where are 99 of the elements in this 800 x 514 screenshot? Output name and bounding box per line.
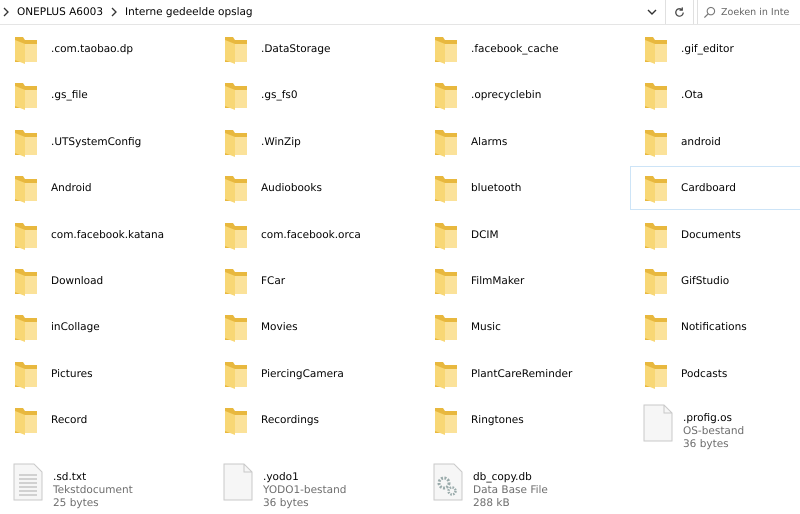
folder-item[interactable]: Pictures [0, 352, 184, 396]
folder-item[interactable]: Alarms [420, 120, 604, 164]
blank-file-icon [643, 404, 673, 442]
folder-item[interactable]: Cardboard [630, 166, 800, 210]
item-name: .Ota [681, 89, 704, 102]
refresh-icon [673, 6, 686, 18]
search-icon [703, 6, 716, 18]
item-name: Audiobooks [261, 182, 322, 194]
item-name: .gs_fs0 [261, 89, 298, 102]
breadcrumb[interactable]: Interne gedeelde opslag [125, 6, 253, 18]
gears-file-icon [433, 462, 463, 501]
item-name: Movies [261, 321, 298, 334]
chevron-right-icon [3, 7, 9, 17]
file-size: 36 bytes [263, 496, 310, 509]
folder-item[interactable]: Audiobooks [210, 166, 394, 210]
chevron-down-icon[interactable] [647, 9, 657, 15]
item-name: Documents [681, 228, 741, 241]
folder-item[interactable]: .oprecyclebin [420, 73, 604, 118]
item-name: com.facebook.orca [261, 228, 361, 241]
folder-item[interactable]: GifStudio [630, 258, 800, 303]
file-type: Data Base File [473, 484, 548, 496]
item-name: android [681, 136, 721, 148]
folder-item[interactable]: Ringtones [420, 398, 604, 442]
item-name: PiercingCamera [261, 368, 344, 380]
item-name: inCollage [51, 321, 100, 334]
item-name: .WinZip [261, 136, 301, 148]
item-name: Ringtones [471, 414, 524, 426]
search-placeholder: Zoeken in Inte [721, 6, 790, 18]
item-name: FilmMaker [471, 274, 524, 287]
item-name: Download [51, 274, 104, 287]
item-name: .UTSystemConfig [51, 136, 142, 148]
item-name: bluetooth [471, 182, 522, 194]
folder-item[interactable]: Notifications [630, 305, 800, 350]
chevron-right-icon [111, 7, 118, 17]
folder-item[interactable]: .gif_editor [630, 27, 800, 71]
folder-item[interactable]: com.facebook.katana [0, 212, 184, 257]
folder-item[interactable]: .WinZip [210, 120, 394, 164]
folder-item[interactable]: .gs_fs0 [210, 73, 394, 118]
folder-item[interactable]: .gs_file [0, 73, 184, 118]
folder-item[interactable]: Recordings [210, 398, 394, 442]
text-document-icon [13, 462, 43, 501]
folder-item[interactable]: Record [0, 398, 184, 442]
item-name: com.facebook.katana [51, 228, 164, 241]
folder-item[interactable]: .UTSystemConfig [0, 120, 184, 164]
folder-item[interactable]: .DataStorage [210, 27, 394, 71]
item-name: PlantCareReminder [471, 368, 572, 380]
item-name: .yodo1 [263, 470, 300, 483]
item-name: Notifications [681, 321, 747, 334]
item-name: Android [51, 182, 92, 194]
item-name: Recordings [261, 414, 319, 426]
file-type: YODO1-bestand [263, 484, 346, 496]
folder-item[interactable]: FilmMaker [420, 258, 604, 303]
folder-item[interactable]: android [630, 120, 800, 164]
file-size: 288 kB [473, 496, 511, 509]
folder-item[interactable]: .Ota [630, 73, 800, 118]
file-item[interactable]: .sd.txt Tekstdocument 25 bytes [0, 456, 184, 513]
file-size: 36 bytes [683, 438, 730, 450]
folder-item[interactable]: Podcasts [630, 352, 800, 396]
blank-file-icon [223, 462, 253, 501]
item-name: Pictures [51, 368, 93, 380]
item-name: .gs_file [51, 89, 88, 102]
item-name: Music [471, 321, 501, 334]
file-item[interactable]: db_copy.db Data Base File 288 kB [420, 456, 604, 513]
folder-item[interactable]: DCIM [420, 212, 604, 257]
item-name: .sd.txt [53, 470, 88, 483]
file-item[interactable]: .yodo1 YODO1-bestand 36 bytes [210, 456, 394, 513]
folder-item[interactable]: com.facebook.orca [210, 212, 394, 257]
folder-item[interactable]: Documents [630, 212, 800, 257]
folder-item[interactable]: Movies [210, 305, 394, 350]
item-name: .gif_editor [681, 43, 734, 55]
item-name: FCar [261, 274, 286, 287]
item-name: .oprecyclebin [471, 89, 542, 102]
folder-item[interactable]: PlantCareReminder [420, 352, 604, 396]
item-name: .DataStorage [261, 43, 330, 55]
item-name: Record [51, 414, 88, 426]
item-name: Cardboard [681, 182, 736, 194]
breadcrumb[interactable]: ONEPLUS A6003 [17, 6, 104, 18]
item-name: .facebook_cache [471, 43, 559, 55]
search-field[interactable]: Zoeken in Inte [697, 0, 800, 24]
folder-item[interactable]: Android [0, 166, 184, 210]
folder-item[interactable]: PiercingCamera [210, 352, 394, 396]
file-type: Tekstdocument [53, 484, 133, 496]
file-item[interactable]: .profig.os OS-bestand 36 bytes [630, 398, 800, 454]
item-name: GifStudio [681, 274, 730, 287]
folder-item[interactable]: FCar [210, 258, 394, 303]
folder-item[interactable]: .facebook_cache [420, 27, 604, 71]
item-name: .profig.os [683, 412, 734, 424]
item-name: .com.taobao.dp [51, 43, 134, 55]
item-name: Alarms [471, 136, 508, 148]
folder-item[interactable]: Download [0, 258, 184, 303]
item-name: db_copy.db [473, 470, 533, 483]
folder-item[interactable]: .com.taobao.dp [0, 27, 184, 71]
item-name: Podcasts [681, 368, 728, 380]
item-name: DCIM [471, 228, 499, 241]
file-type: OS-bestand [683, 425, 744, 438]
folder-item[interactable]: inCollage [0, 305, 184, 350]
file-size: 25 bytes [53, 496, 100, 509]
folder-item[interactable]: bluetooth [420, 166, 604, 210]
folder-item[interactable]: Music [420, 305, 604, 350]
